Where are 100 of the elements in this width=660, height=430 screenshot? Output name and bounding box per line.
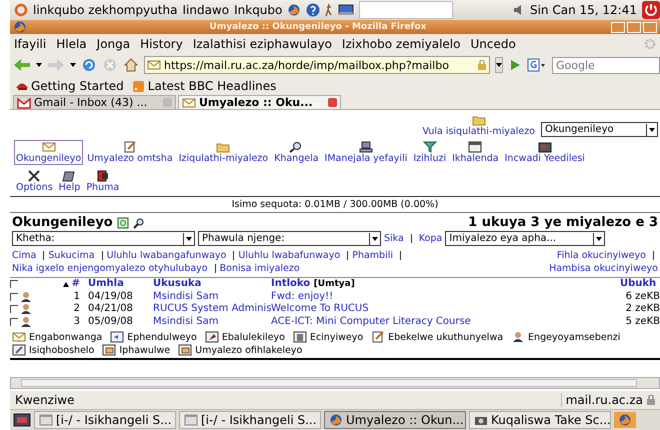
action-link[interactable]: Fihla okucinyiweyo [556, 250, 646, 261]
browser-tab[interactable]: Gmail - Inbox (43) ... [13, 95, 176, 109]
flag-icon [204, 331, 219, 343]
clock[interactable]: Sin Can 15, 12:41 [530, 3, 637, 17]
column-header[interactable]: Intloko [271, 278, 310, 289]
horizontal-scrollbar[interactable] [10, 377, 660, 389]
folder-select[interactable]: Okungenileyo [541, 122, 658, 137]
nav-item[interactable]: Umyalezo omtsha [85, 140, 175, 165]
table-cell-text: 2 zeKB [624, 303, 660, 316]
camera-icon [474, 414, 488, 426]
menu-item[interactable]: Uncedo [470, 37, 516, 51]
reload-icon[interactable] [81, 57, 97, 73]
nav-item[interactable]: Incwadi Yeedilesi [502, 140, 587, 165]
panel-field[interactable] [359, 1, 454, 19]
column-header[interactable]: # [72, 278, 80, 290]
search-field[interactable]: Google [552, 56, 660, 74]
action-link[interactable]: Hambisa okucinyiweyo [549, 263, 658, 274]
lock-icon [477, 60, 487, 70]
action-link[interactable]: Uluhlu lwabangafunwayo [106, 250, 226, 261]
nav-item[interactable]: Okungenileyo [14, 140, 84, 165]
action-link[interactable]: Nika igxelo enjengomyalezo otyhulubayo [12, 263, 208, 274]
taskbar-button[interactable]: Kuqaliswa Take Sc... [469, 411, 611, 429]
power-icon[interactable] [642, 1, 660, 19]
column-header[interactable]: Ukusuka [153, 278, 271, 290]
taskbar-button[interactable]: [i-/ - Isikhangeli S... [34, 411, 176, 429]
dropdown-caret[interactable] [36, 63, 42, 67]
subject-link[interactable]: ACE-ICT: Mini Computer Literacy Course [271, 316, 471, 326]
panel-menu[interactable]: Inkqubo [234, 3, 282, 17]
search-engine-icon[interactable] [527, 58, 547, 72]
nav-item[interactable]: IManejala yefayili [322, 140, 410, 165]
copy-link[interactable]: Kopa [418, 233, 442, 244]
mark-as-dropdown[interactable]: Phawula njenge: [198, 231, 381, 246]
sender-link[interactable]: RUCUS System Adminis [153, 303, 272, 314]
bookmark[interactable]: Latest BBC Headlines [148, 78, 276, 92]
menu-item[interactable]: Izixhobo zemiyalelo [342, 37, 460, 51]
legend-label: Isiqhoboshelo [29, 344, 94, 356]
subject-link[interactable]: Welcome To RUCUS [271, 303, 369, 314]
open-folder-link[interactable]: Vula isiqulathi-miyalezo [422, 126, 535, 137]
person-icon [19, 316, 33, 328]
taskbar-button[interactable]: Umyalezo :: Okun... [324, 411, 466, 429]
person-icon [19, 290, 33, 303]
menu-item[interactable]: Hlela [56, 37, 87, 51]
sort-arrow-icon[interactable] [62, 282, 69, 287]
column-header[interactable]: Ubukh [620, 278, 660, 290]
nav-item[interactable]: Khangela [272, 140, 321, 165]
dropdown-caret[interactable] [70, 63, 76, 67]
menu-item[interactable]: Izalathisi eziphawulayo [192, 37, 332, 51]
panel-menu[interactable]: Iindawo [182, 3, 230, 17]
nav-item[interactable]: Options [14, 169, 55, 194]
note-icon [102, 344, 116, 356]
action-link[interactable]: Sukucima [48, 250, 95, 261]
minimize-button[interactable] [611, 22, 625, 32]
row-checkbox[interactable] [10, 305, 18, 314]
nav-item[interactable]: Izihluzi [411, 140, 448, 165]
select-dropdown[interactable]: Khetha: [12, 231, 195, 246]
bookmark[interactable]: Getting Started [31, 78, 124, 92]
menu-item[interactable]: History [140, 37, 183, 51]
action-link[interactable]: Cima [12, 250, 36, 261]
tab-close-button[interactable] [328, 98, 337, 107]
nav-item[interactable]: Phuma [84, 169, 122, 194]
maximize-button[interactable] [627, 22, 641, 32]
home-icon[interactable] [123, 57, 139, 73]
row-checkbox[interactable] [10, 318, 18, 326]
nav-item[interactable]: Help [56, 169, 82, 194]
folder-heading: Okungenileyo [12, 215, 113, 230]
nav-item[interactable]: Iziqulathi-miyalezo [176, 140, 270, 165]
action-link[interactable]: Bonisa imiyalezo [220, 263, 300, 274]
subject-link[interactable]: Fwd: enjoy!! [271, 290, 334, 302]
menu-item[interactable]: Ifayili [14, 37, 46, 51]
dropdown-button[interactable] [495, 57, 503, 73]
menu-item[interactable]: Jonga [96, 37, 130, 51]
feed-icon [132, 80, 146, 92]
filter-icon [422, 141, 437, 153]
go-icon[interactable] [508, 58, 522, 72]
search-icon[interactable] [132, 216, 145, 228]
browser-tab[interactable]: Umyalezo :: Oku... [178, 95, 341, 109]
select-all-checkbox[interactable] [10, 280, 18, 288]
column-header[interactable]: Umhla [88, 278, 153, 290]
close-button[interactable] [643, 22, 657, 32]
sender-link[interactable]: Msindisi Sam [153, 316, 218, 326]
nav-item[interactable]: Ikhalenda [450, 140, 501, 165]
globe-icon [329, 414, 343, 426]
thread-toggle[interactable]: [Umtya] [314, 279, 355, 289]
target-folder-select[interactable]: Imiyalezo eya apha... [445, 231, 606, 246]
taskbar-button[interactable]: [i-/ - Isikhangeli S... [179, 411, 321, 429]
cut-link[interactable]: Sika [384, 233, 404, 244]
show-desktop-icon[interactable] [13, 413, 31, 427]
row-checkbox[interactable] [10, 292, 18, 301]
logo-icon[interactable] [14, 3, 28, 17]
envelope-icon [182, 96, 196, 108]
sender-link[interactable]: Msindisi Sam [153, 290, 218, 302]
refresh-icon[interactable] [116, 216, 129, 228]
figure-icon[interactable] [325, 3, 334, 17]
action-link[interactable]: Uluhlu lwabafunwayo [238, 250, 340, 261]
panel-menu[interactable]: linkqubo zekhompyutha [33, 3, 178, 17]
tray-button[interactable] [614, 412, 636, 428]
help-icon[interactable] [306, 3, 320, 17]
address-field[interactable]: https://mail.ru.ac.za/horde/imp/mailbox.php?mailbo [144, 56, 490, 74]
monitor-icon[interactable] [338, 4, 354, 16]
action-link[interactable]: Phambili [352, 250, 393, 261]
